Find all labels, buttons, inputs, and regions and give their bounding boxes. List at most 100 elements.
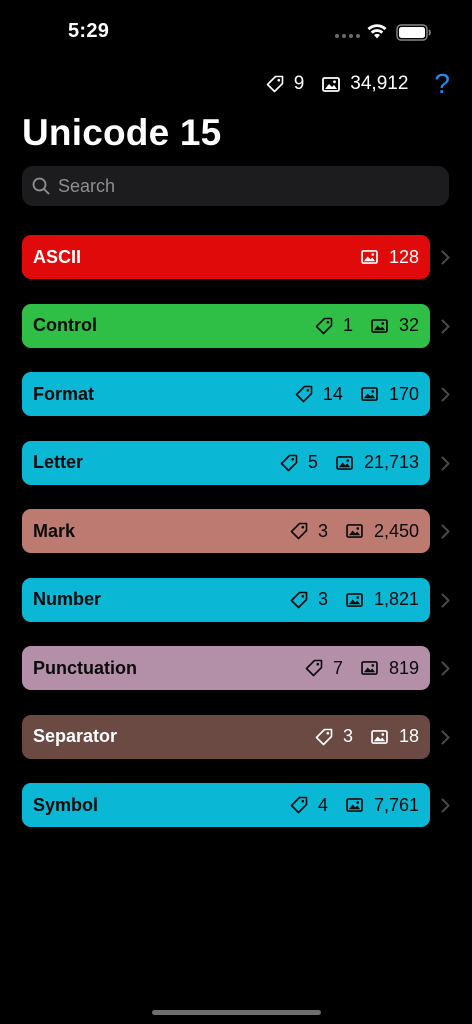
- tag-icon: [305, 659, 323, 677]
- category-row-format[interactable]: Format 14 170: [0, 372, 472, 416]
- row-tag-count: 3: [290, 589, 328, 610]
- tag-icon: [315, 317, 333, 334]
- row-label: Letter: [33, 452, 84, 472]
- row-image-count-value: 128: [388, 246, 419, 267]
- chevron-right-icon: [441, 456, 450, 470]
- help-button[interactable]: ?: [434, 70, 450, 98]
- image-icon: [361, 387, 378, 401]
- image-icon: [346, 592, 363, 607]
- row-pill[interactable]: Letter 5 21,713: [22, 440, 430, 485]
- image-icon: [361, 250, 378, 264]
- battery-icon: [396, 24, 431, 41]
- row-label: Symbol: [33, 794, 99, 815]
- tag-icon: [295, 385, 313, 403]
- total-tags-count: 9: [293, 73, 305, 94]
- row-stats: 128: [361, 247, 419, 268]
- category-row-punctuation[interactable]: Punctuation 7 819: [0, 646, 472, 690]
- row-label: Number: [33, 589, 102, 609]
- row-image-count: 7,761: [346, 795, 419, 816]
- search-field[interactable]: [22, 166, 449, 206]
- row-tag-count: 5: [280, 452, 318, 473]
- tag-icon: [280, 454, 298, 471]
- chevron-right-icon: [441, 730, 450, 744]
- header-toolbar: 9 34,912 ?: [266, 70, 450, 98]
- row-pill[interactable]: Separator 3 18: [22, 714, 430, 759]
- row-tag-count: 1: [315, 315, 353, 336]
- row-stats: 5 21,713: [280, 452, 419, 473]
- row-image-count-value: 1,821: [373, 589, 419, 609]
- row-pill[interactable]: Number 3 1,821: [22, 577, 430, 622]
- status-bar: 5:29: [0, 0, 472, 60]
- image-icon: [361, 661, 378, 675]
- row-image-count: 2,450: [346, 521, 419, 542]
- row-image-count-value: 18: [398, 726, 419, 746]
- chevron-right-icon: [441, 387, 450, 402]
- row-stats: 4 7,761: [290, 795, 419, 816]
- row-image-count: 1,821: [346, 589, 419, 610]
- row-label: ASCII: [33, 246, 82, 267]
- image-icon: [371, 318, 388, 333]
- row-image-count-value: 2,450: [373, 520, 419, 541]
- row-tag-count: 7: [305, 658, 343, 679]
- row-stats: 1 32: [315, 315, 419, 336]
- row-image-count-value: 819: [388, 657, 419, 678]
- chevron-right-icon: [441, 319, 450, 333]
- chevron-right-icon: [441, 250, 450, 265]
- search-icon: [32, 177, 50, 195]
- row-stats: 3 18: [315, 726, 419, 747]
- row-image-count-value: 21,713: [363, 452, 419, 472]
- row-image-count: 170: [361, 384, 419, 405]
- total-tags: 9: [266, 73, 305, 95]
- row-label: Mark: [33, 520, 76, 541]
- category-row-control[interactable]: Control 1 32: [0, 303, 472, 348]
- row-image-count: 32: [371, 315, 419, 336]
- row-pill[interactable]: Format 14 170: [22, 372, 430, 416]
- row-stats: 7 819: [305, 658, 419, 679]
- row-pill[interactable]: Symbol 4 7,761: [22, 783, 430, 827]
- image-icon: [322, 76, 341, 92]
- row-pill[interactable]: Punctuation 7 819: [22, 646, 430, 690]
- row-image-count: 819: [361, 658, 419, 679]
- image-icon: [336, 455, 353, 470]
- row-tag-count-value: 3: [317, 520, 328, 541]
- tag-icon: [290, 522, 308, 540]
- row-tag-count: 4: [290, 795, 328, 816]
- row-tag-count-value: 1: [342, 315, 353, 335]
- row-label: Separator: [33, 726, 118, 746]
- row-image-count-value: 32: [398, 315, 419, 335]
- category-row-ascii[interactable]: ASCII 128: [0, 235, 472, 279]
- row-stats: 3 1,821: [290, 589, 419, 610]
- tag-icon: [266, 75, 284, 93]
- row-pill[interactable]: ASCII 128: [22, 235, 430, 279]
- chevron-right-icon: [441, 593, 450, 607]
- page-title: Unicode 15: [22, 112, 222, 153]
- category-row-letter[interactable]: Letter 5 21,713: [0, 440, 472, 485]
- row-pill[interactable]: Control 1 32: [22, 303, 430, 348]
- home-indicator: [152, 1010, 321, 1015]
- row-image-count: 21,713: [336, 452, 419, 473]
- chevron-right-icon: [441, 661, 450, 676]
- row-label: Control: [33, 315, 97, 335]
- row-pill[interactable]: Mark 3 2,450: [22, 509, 430, 553]
- row-image-count: 18: [371, 726, 419, 747]
- row-tag-count: 14: [295, 384, 343, 405]
- row-tag-count-value: 5: [307, 452, 318, 472]
- wifi-icon: [367, 24, 387, 39]
- row-tag-count: 3: [290, 521, 328, 542]
- row-tag-count-value: 4: [317, 794, 328, 815]
- category-row-mark[interactable]: Mark 3 2,450: [0, 509, 472, 553]
- row-image-count-value: 7,761: [373, 794, 419, 815]
- category-row-separator[interactable]: Separator 3 18: [0, 714, 472, 759]
- row-stats: 14 170: [295, 384, 419, 405]
- row-tag-count-value: 14: [322, 383, 343, 404]
- image-icon: [371, 729, 388, 744]
- chevron-right-icon: [441, 524, 450, 539]
- category-row-symbol[interactable]: Symbol 4 7,761: [0, 783, 472, 827]
- row-image-count: 128: [361, 247, 419, 268]
- row-tag-count: 3: [315, 726, 353, 747]
- tag-icon: [290, 796, 308, 814]
- category-row-number[interactable]: Number 3 1,821: [0, 577, 472, 622]
- row-tag-count-value: 3: [317, 589, 328, 609]
- row-stats: 3 2,450: [290, 521, 419, 542]
- search-input[interactable]: [58, 175, 418, 197]
